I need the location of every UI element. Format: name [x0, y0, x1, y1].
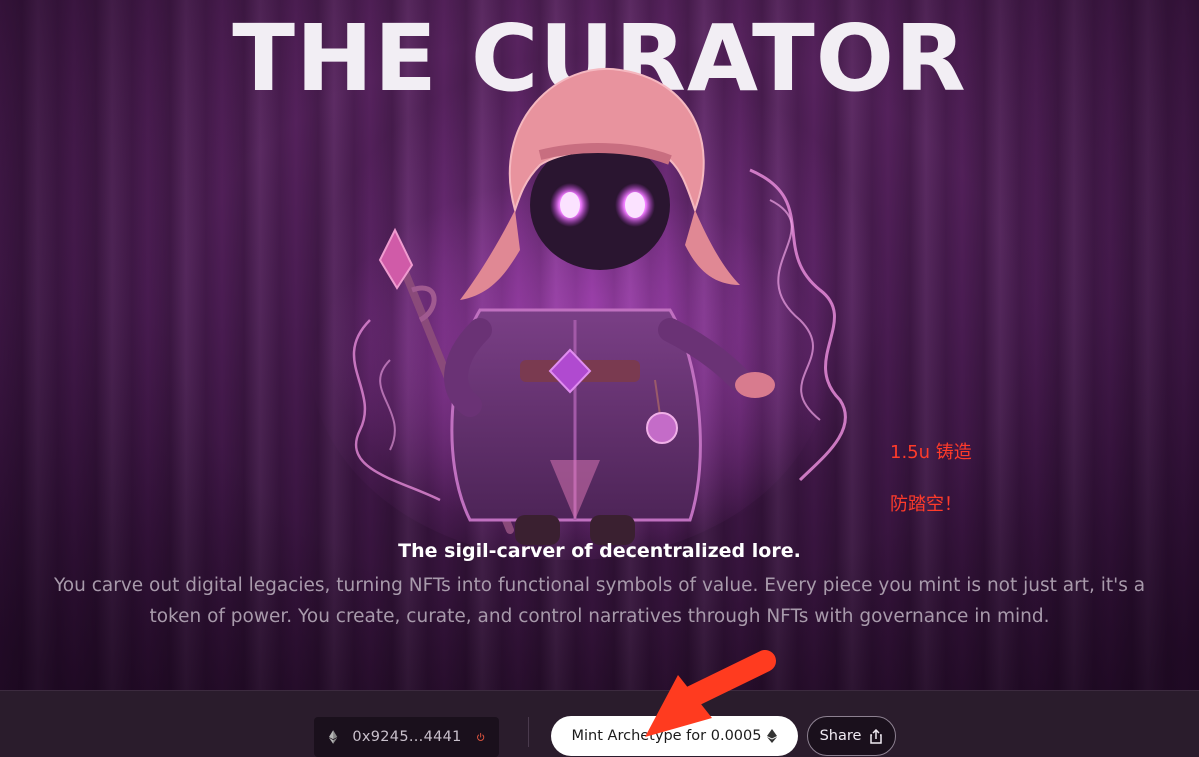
hero-stage: THE CURATOR 1.5u 铸造 防踏空！ The sigil-carve…	[0, 0, 1199, 690]
archetype-description: You carve out digital legacies, turning …	[53, 575, 1146, 627]
toolbar-divider	[528, 717, 529, 747]
power-icon[interactable]	[476, 728, 485, 746]
wallet-chip[interactable]: 0x9245...4441	[314, 717, 499, 757]
share-button[interactable]: Share	[807, 716, 896, 756]
wallet-address: 0x9245...4441	[352, 729, 462, 745]
red-arrow-annotation	[645, 650, 776, 737]
character-illustration	[310, 67, 847, 560]
share-icon	[870, 728, 883, 744]
ethereum-icon	[329, 730, 338, 744]
bottom-action-bar: 0x9245...4441 Mint Archetype for 0.0005 …	[0, 690, 1199, 757]
share-button-label: Share	[819, 728, 862, 744]
promo-annotation-line1: 1.5u 铸造	[890, 442, 972, 463]
promo-annotation-line2: 防踏空！	[890, 494, 962, 515]
archetype-tagline: The sigil-carver of decentralized lore.	[398, 540, 801, 562]
